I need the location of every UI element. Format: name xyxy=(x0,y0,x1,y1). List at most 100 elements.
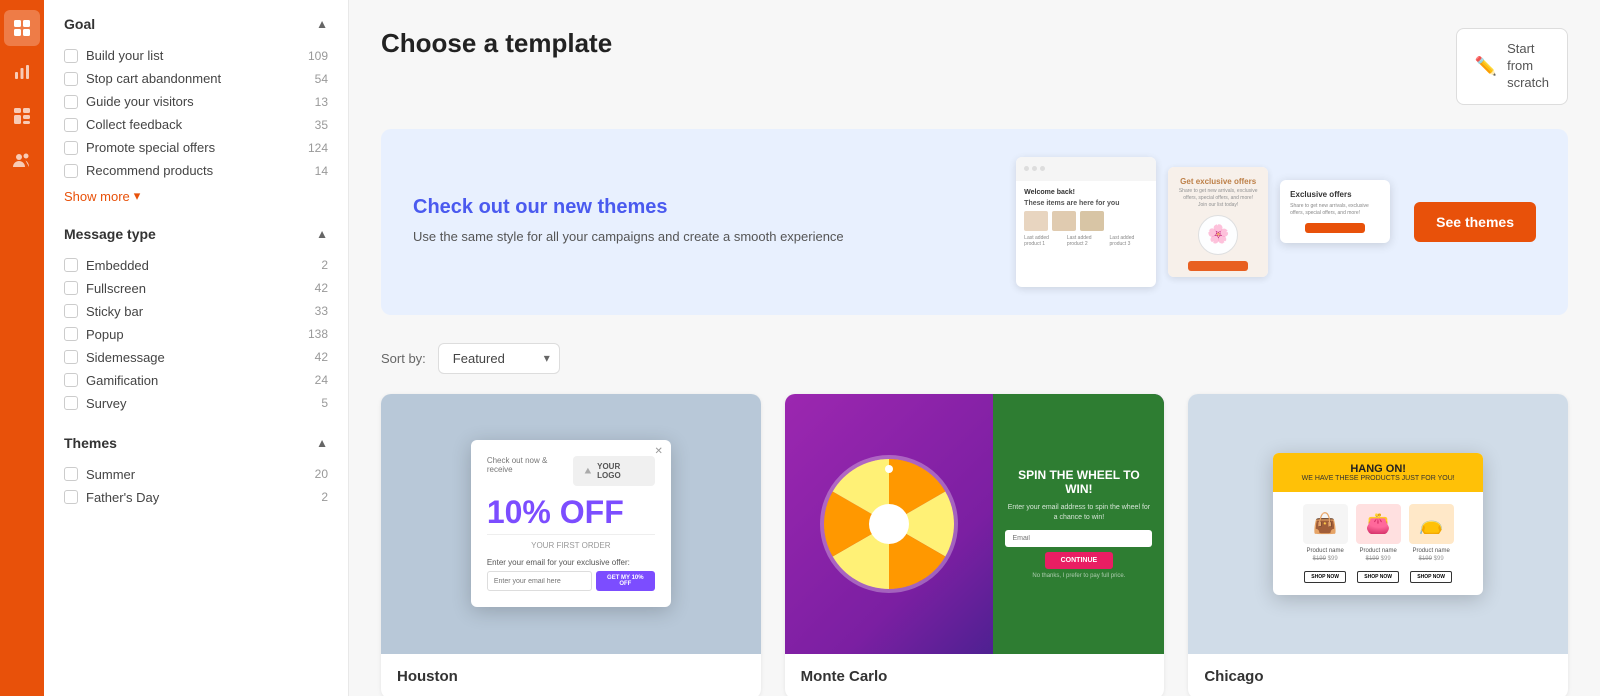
banner-title: Check out our new themes xyxy=(413,196,992,219)
goal-label-stop-cart: Stop cart abandonment xyxy=(86,71,221,86)
template-card-chicago[interactable]: HANG ON! WE HAVE THESE PRODUCTS JUST FOR… xyxy=(1188,394,1568,696)
montecarlo-desc: Enter your email address to spin the whe… xyxy=(1005,503,1152,523)
goal-filter-recommend[interactable]: Recommend products 14 xyxy=(64,159,328,182)
chicago-shop-now-1[interactable]: SHOP NOW xyxy=(1304,571,1346,583)
template-grid: ✕ Check out now & receive YOUR LOGO 10% … xyxy=(381,394,1568,696)
checkbox-sticky[interactable] xyxy=(64,304,78,318)
nav-chart-icon[interactable] xyxy=(4,54,40,90)
goal-checkbox-guide[interactable] xyxy=(64,95,78,109)
houston-discount-text: 10% OFF xyxy=(487,496,655,528)
start-from-scratch-button[interactable]: ✏️ Start from scratch xyxy=(1456,28,1568,105)
chicago-template-name: Chicago xyxy=(1188,654,1568,696)
houston-preview: ✕ Check out now & receive YOUR LOGO 10% … xyxy=(381,394,761,654)
goal-count-feedback: 35 xyxy=(315,118,328,132)
goal-label-recommend: Recommend products xyxy=(86,163,213,178)
chicago-product-1: 👜 Product name $199 $99 SHOP NOW xyxy=(1303,504,1348,583)
goal-label-feedback: Collect feedback xyxy=(86,117,182,132)
checkbox-fathers-day[interactable] xyxy=(64,490,78,504)
checkbox-fullscreen[interactable] xyxy=(64,281,78,295)
goal-label-guide: Guide your visitors xyxy=(86,94,194,109)
checkbox-sidemessage[interactable] xyxy=(64,350,78,364)
product-image-3: 👝 xyxy=(1409,504,1454,544)
goal-filter-guide[interactable]: Guide your visitors 13 xyxy=(64,90,328,113)
checkbox-summer[interactable] xyxy=(64,467,78,481)
chicago-header-sub: WE HAVE THESE PRODUCTS JUST FOR YOU! xyxy=(1285,475,1471,482)
message-type-title: Message type xyxy=(64,226,156,242)
template-card-montecarlo[interactable]: SPIN THE WHEEL TO WIN! Enter your email … xyxy=(785,394,1165,696)
filter-embedded[interactable]: Embedded 2 xyxy=(64,254,328,277)
page-title: Choose a template xyxy=(381,28,612,59)
nav-users-icon[interactable] xyxy=(4,142,40,178)
checkbox-embedded[interactable] xyxy=(64,258,78,272)
sort-label: Sort by: xyxy=(381,351,426,366)
montecarlo-email-input[interactable] xyxy=(1005,530,1152,547)
chicago-products: 👜 Product name $199 $99 SHOP NOW 👛 Produ… xyxy=(1273,492,1483,595)
goal-count-guide: 13 xyxy=(315,95,328,109)
themes-chevron[interactable]: ▲ xyxy=(316,436,328,450)
chicago-popup-header: HANG ON! WE HAVE THESE PRODUCTS JUST FOR… xyxy=(1273,453,1483,492)
filter-summer[interactable]: Summer 20 xyxy=(64,463,328,486)
montecarlo-preview: SPIN THE WHEEL TO WIN! Enter your email … xyxy=(785,394,1165,654)
chicago-shop-now-2[interactable]: SHOP NOW xyxy=(1357,571,1399,583)
message-type-section: Message type ▲ Embedded 2 Fullscreen 42 … xyxy=(64,226,328,415)
chicago-product-3: 👝 Product name $199 $99 SHOP NOW xyxy=(1409,504,1454,583)
filter-survey[interactable]: Survey 5 xyxy=(64,392,328,415)
goal-count-promote: 124 xyxy=(308,141,328,155)
goal-count-recommend: 14 xyxy=(315,164,328,178)
goal-label-promote: Promote special offers xyxy=(86,140,215,155)
chicago-shop-now-3[interactable]: SHOP NOW xyxy=(1410,571,1452,583)
template-card-houston[interactable]: ✕ Check out now & receive YOUR LOGO 10% … xyxy=(381,394,761,696)
houston-email-input[interactable] xyxy=(487,571,592,591)
themes-section-header: Themes ▲ xyxy=(64,435,328,451)
goal-section-header: Goal ▲ xyxy=(64,16,328,32)
houston-order-text: YOUR FIRST ORDER xyxy=(487,541,655,550)
checkbox-survey[interactable] xyxy=(64,396,78,410)
goal-checkbox-promote[interactable] xyxy=(64,141,78,155)
nav-apps-icon[interactable] xyxy=(4,98,40,134)
filter-gamification[interactable]: Gamification 24 xyxy=(64,369,328,392)
sidebar: Goal ▲ Build your list 109 Stop cart aba… xyxy=(44,0,349,696)
goal-filter-promote[interactable]: Promote special offers 124 xyxy=(64,136,328,159)
houston-cta-button[interactable]: GET MY 10% OFF xyxy=(596,571,655,591)
montecarlo-title: SPIN THE WHEEL TO WIN! xyxy=(1005,468,1152,497)
goal-checkbox-stop-cart[interactable] xyxy=(64,72,78,86)
show-more-button[interactable]: Show more ▾ xyxy=(64,188,140,204)
chevron-down-icon: ▾ xyxy=(134,188,141,204)
montecarlo-template-name: Monte Carlo xyxy=(785,654,1165,696)
nav-grid-icon[interactable] xyxy=(4,10,40,46)
goal-section: Goal ▲ Build your list 109 Stop cart aba… xyxy=(64,16,328,206)
filter-sidemessage[interactable]: Sidemessage 42 xyxy=(64,346,328,369)
close-icon: ✕ xyxy=(654,446,662,457)
checkbox-popup[interactable] xyxy=(64,327,78,341)
goal-count-stop-cart: 54 xyxy=(315,72,328,86)
theme-preview-card-1: Welcome back! These items are here for y… xyxy=(1016,157,1156,287)
sort-select[interactable]: Featured Newest Most popular xyxy=(438,343,560,374)
goal-chevron-icon[interactable]: ▲ xyxy=(316,17,328,31)
sort-select-wrapper: Featured Newest Most popular xyxy=(438,343,560,374)
chicago-popup: HANG ON! WE HAVE THESE PRODUCTS JUST FOR… xyxy=(1273,453,1483,595)
goal-filter-build-list[interactable]: Build your list 109 xyxy=(64,44,328,67)
montecarlo-spin-button[interactable]: CONTINUE xyxy=(1045,552,1114,569)
montecarlo-decline-link[interactable]: No thanks, I prefer to pay full price. xyxy=(1032,573,1125,579)
goal-checkbox-feedback[interactable] xyxy=(64,118,78,132)
goal-filter-feedback[interactable]: Collect feedback 35 xyxy=(64,113,328,136)
goal-checkbox-build[interactable] xyxy=(64,49,78,63)
goal-filter-stop-cart[interactable]: Stop cart abandonment 54 xyxy=(64,67,328,90)
filter-sticky-bar[interactable]: Sticky bar 33 xyxy=(64,300,328,323)
checkbox-gamification[interactable] xyxy=(64,373,78,387)
sort-bar: Sort by: Featured Newest Most popular xyxy=(381,343,1568,374)
chicago-preview: HANG ON! WE HAVE THESE PRODUCTS JUST FOR… xyxy=(1188,394,1568,654)
themes-banner: Check out our new themes Use the same st… xyxy=(381,129,1568,315)
nav-bar xyxy=(0,0,44,696)
spin-wheel xyxy=(819,454,959,594)
banner-visuals: Welcome back! These items are here for y… xyxy=(1016,157,1390,287)
filter-fullscreen[interactable]: Fullscreen 42 xyxy=(64,277,328,300)
chicago-header-title: HANG ON! xyxy=(1285,463,1471,475)
goal-checkbox-recommend[interactable] xyxy=(64,164,78,178)
see-themes-button[interactable]: See themes xyxy=(1414,202,1536,242)
message-type-chevron[interactable]: ▲ xyxy=(316,227,328,241)
filter-popup[interactable]: Popup 138 xyxy=(64,323,328,346)
pencil-icon: ✏️ xyxy=(1475,56,1497,77)
houston-popup: ✕ Check out now & receive YOUR LOGO 10% … xyxy=(471,440,671,607)
filter-fathers-day[interactable]: Father's Day 2 xyxy=(64,486,328,509)
